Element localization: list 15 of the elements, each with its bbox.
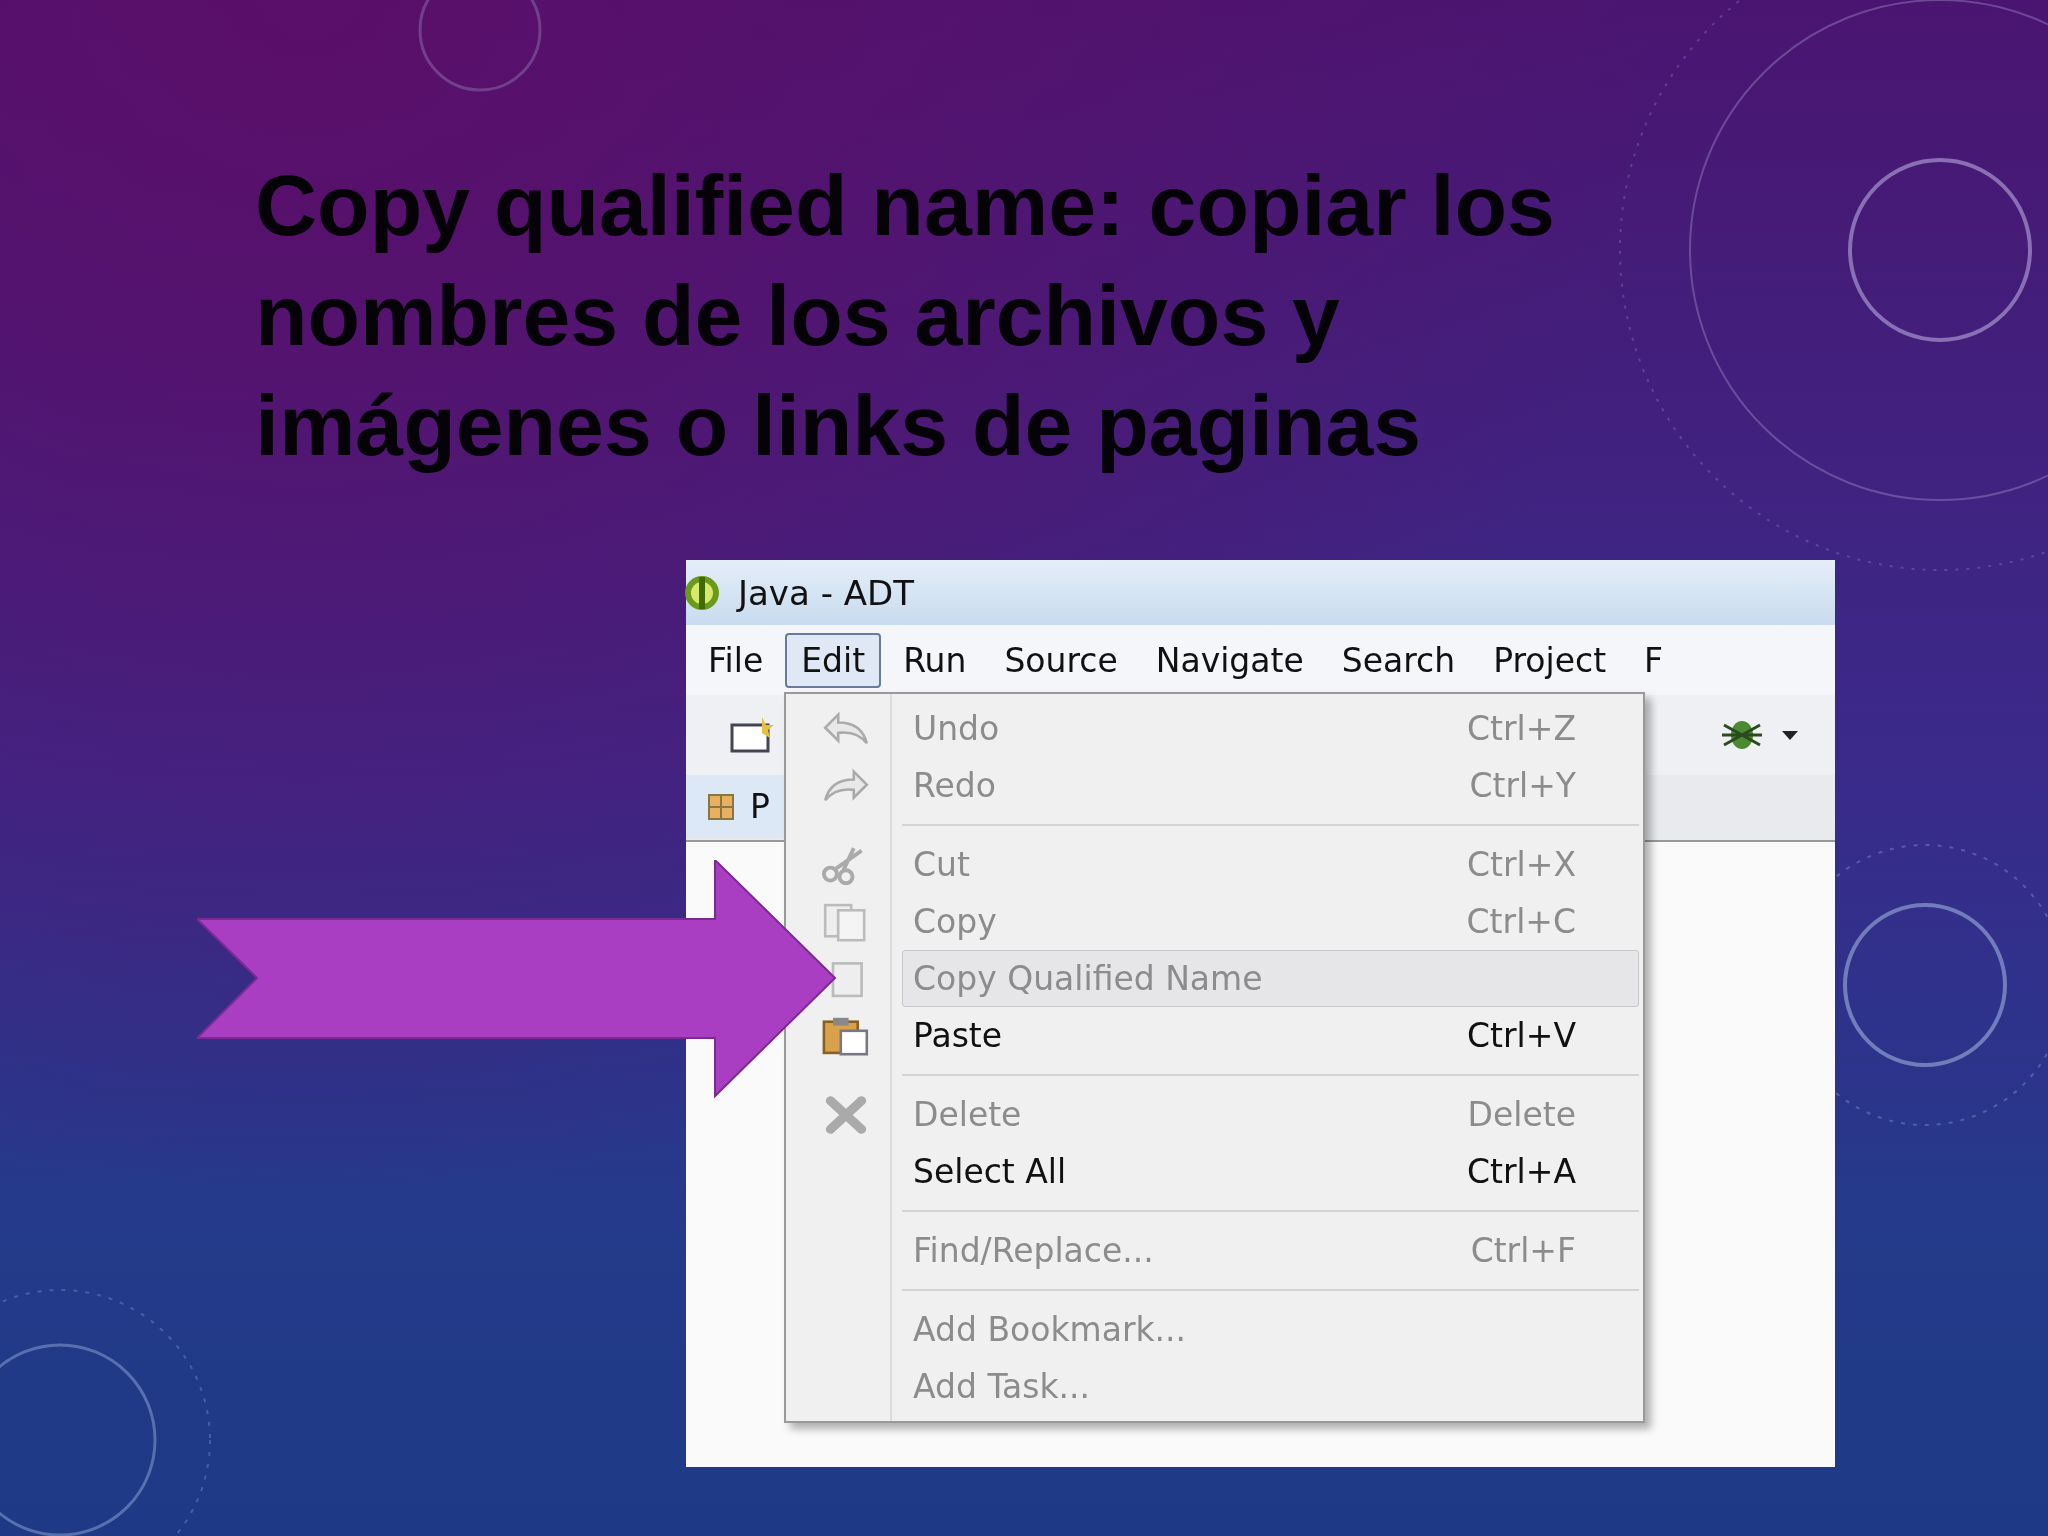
menu-bar-item[interactable]: Navigate: [1139, 632, 1320, 688]
menu-bar-item[interactable]: Source: [988, 632, 1134, 688]
menu-bar-item[interactable]: Search: [1325, 632, 1472, 688]
menu-item[interactable]: Select All Ctrl+A: [902, 1143, 1639, 1200]
menu-bar-item[interactable]: Project: [1477, 632, 1623, 688]
menu-bar-item[interactable]: File: [692, 632, 780, 688]
slide-title: Copy qualified name: copiar los nombres de los archivos y imágenes o links de paginas: [254, 156, 1556, 475]
menu-item[interactable]: Paste Ctrl+V: [902, 1007, 1639, 1064]
view-tab[interactable]: P: [686, 775, 786, 838]
window-title: Java - ADT: [738, 572, 914, 613]
menu-bar-item[interactable]: Run: [887, 632, 983, 688]
package-icon: [706, 791, 736, 822]
menu-bar-item[interactable]: F: [1628, 632, 1680, 688]
tab-label: P: [750, 787, 770, 826]
menu-bar-item[interactable]: Edit: [785, 632, 882, 688]
